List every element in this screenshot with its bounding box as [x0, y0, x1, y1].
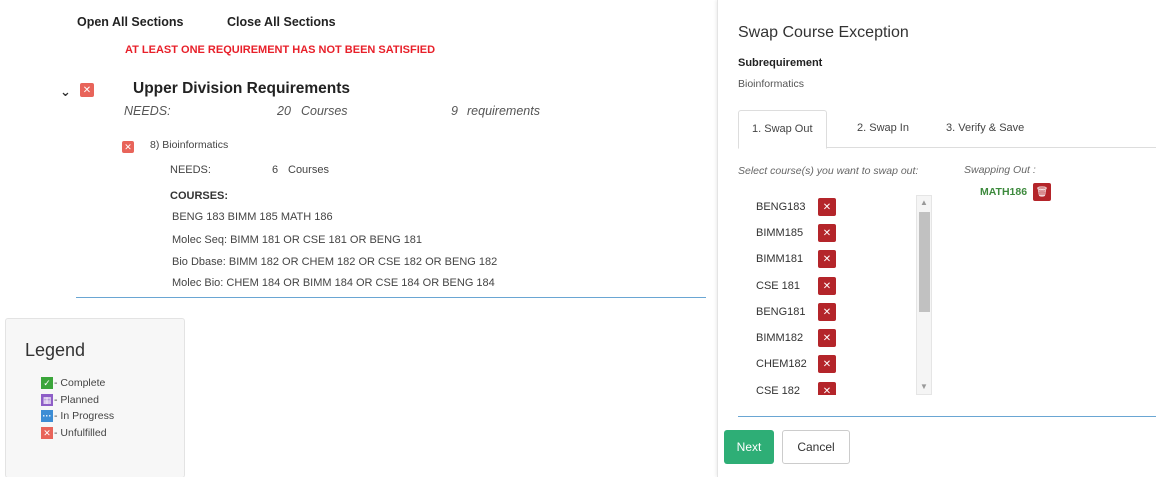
remove-icon[interactable]: ✕	[818, 224, 836, 242]
course-code: CHEM182	[756, 358, 807, 370]
chevron-down-icon[interactable]: ⌄	[60, 84, 71, 100]
legend-item-planned: ▦ - Planned	[41, 394, 99, 406]
unfulfilled-icon: ✕	[80, 83, 94, 97]
modal-divider	[738, 416, 1156, 417]
swapping-out-course: MATH186	[980, 186, 1028, 198]
course-code: CSE 181	[756, 280, 801, 292]
course-list: BENG183 ✕ BIMM185 ✕ BIMM181 ✕ CSE 181 ✕ …	[738, 195, 934, 395]
course-code: BENG181	[756, 306, 806, 318]
next-button[interactable]: Next	[724, 430, 774, 464]
swap-course-modal: Swap Course Exception Subrequirement Bio…	[717, 0, 1170, 477]
course-line: Molec Bio: CHEM 184 OR BIMM 184 OR CSE 1…	[172, 277, 495, 289]
trash-icon[interactable]: 🗑	[1033, 183, 1052, 201]
legend-item-unfulfilled: ✕ - Unfulfilled	[41, 427, 107, 439]
cancel-button[interactable]: Cancel	[782, 430, 850, 464]
swapping-out-label: Swapping Out :	[964, 164, 1036, 176]
subrequirement-label: Subrequirement	[738, 57, 823, 69]
subsection-title[interactable]: 8) Bioinformatics	[150, 139, 228, 151]
remove-icon[interactable]: ✕	[818, 382, 836, 395]
section-title[interactable]: Upper Division Requirements	[133, 80, 350, 98]
course-line: Bio Dbase: BIMM 182 OR CHEM 182 OR CSE 1…	[172, 256, 498, 268]
course-line: Molec Seq: BIMM 181 OR CSE 181 OR BENG 1…	[172, 234, 423, 246]
scroll-down-icon[interactable]: ▼	[920, 382, 928, 391]
course-code: BIMM181	[756, 253, 804, 265]
tab-swap-out[interactable]: 1. Swap Out	[738, 110, 827, 149]
sub-needs-unit: Courses	[288, 164, 329, 176]
list-item: BIMM185 ✕	[756, 224, 836, 242]
requirements-unit: requirements	[467, 104, 540, 118]
list-item: CHEM182 ✕	[756, 355, 836, 373]
remove-icon[interactable]: ✕	[818, 198, 836, 216]
scroll-up-icon[interactable]: ▲	[920, 198, 928, 207]
remove-icon[interactable]: ✕	[818, 250, 836, 268]
course-code: BENG183	[756, 201, 806, 213]
section-divider	[76, 297, 706, 298]
unfulfilled-icon: ✕	[122, 141, 134, 153]
needs-label: NEEDS:	[124, 104, 171, 118]
calendar-icon: ▦	[41, 394, 53, 406]
swap-tabs: 1. Swap Out 2. Swap In 3. Verify & Save	[738, 110, 1156, 149]
legend-panel: Legend ✓ - Complete ▦ - Planned ··· - In…	[5, 318, 185, 477]
sub-needs-count: 6	[272, 164, 279, 176]
course-list-scrollbar[interactable]: ▲ ▼	[916, 195, 932, 395]
ellipsis-icon: ···	[41, 410, 53, 422]
list-item: BENG183 ✕	[756, 198, 836, 216]
remove-icon[interactable]: ✕	[818, 355, 836, 373]
close-all-sections-link[interactable]: Close All Sections	[227, 15, 336, 29]
list-item: BENG181 ✕	[756, 303, 836, 321]
check-icon: ✓	[41, 377, 53, 389]
requirement-warning: AT LEAST ONE REQUIREMENT HAS NOT BEEN SA…	[125, 44, 436, 56]
courses-label: COURSES:	[170, 190, 229, 202]
legend-label: Unfulfilled	[60, 427, 107, 439]
list-item: BIMM181 ✕	[756, 250, 836, 268]
tab-verify-save[interactable]: 3. Verify & Save	[933, 110, 1037, 148]
remove-icon[interactable]: ✕	[818, 329, 836, 347]
needs-count: 20	[277, 104, 291, 118]
legend-label: Complete	[60, 377, 106, 389]
legend-item-complete: ✓ - Complete	[41, 377, 105, 389]
requirements-count: 9	[451, 104, 458, 118]
legend-label: In Progress	[60, 410, 115, 422]
scroll-thumb[interactable]	[919, 212, 930, 312]
sub-needs-label: NEEDS:	[170, 164, 211, 176]
list-item: CSE 181 ✕	[756, 277, 836, 295]
remove-icon[interactable]: ✕	[818, 277, 836, 295]
course-line: BENG 183 BIMM 185 MATH 186	[172, 211, 333, 223]
subrequirement-value: Bioinformatics	[738, 78, 804, 90]
course-code: CSE 182	[756, 385, 801, 395]
course-code: BIMM185	[756, 227, 804, 239]
x-icon: ✕	[41, 427, 53, 439]
legend-label: Planned	[60, 394, 99, 406]
needs-unit: Courses	[301, 104, 348, 118]
course-code: BIMM182	[756, 332, 804, 344]
modal-title: Swap Course Exception	[738, 24, 909, 41]
list-item: CSE 182 ✕	[756, 382, 836, 395]
list-item: BIMM182 ✕	[756, 329, 836, 347]
legend-item-in-progress: ··· - In Progress	[41, 410, 115, 422]
legend-title: Legend	[25, 340, 86, 360]
tab-swap-in[interactable]: 2. Swap In	[844, 110, 922, 148]
remove-icon[interactable]: ✕	[818, 303, 836, 321]
open-all-sections-link[interactable]: Open All Sections	[77, 15, 184, 29]
swapping-out-item: MATH186 🗑	[980, 183, 1052, 201]
select-courses-label: Select course(s) you want to swap out:	[738, 165, 919, 177]
